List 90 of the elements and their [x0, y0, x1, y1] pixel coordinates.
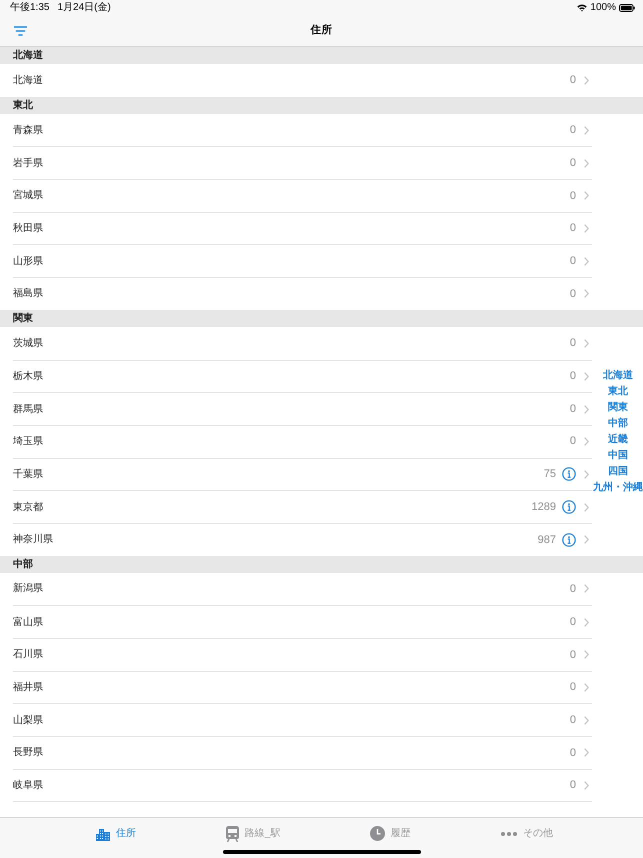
status-date: 1月24日(金)	[57, 2, 111, 12]
section-index-item[interactable]: 東北	[608, 384, 628, 400]
more-icon	[501, 832, 517, 836]
count-label: 0	[570, 402, 576, 417]
chevron-icon	[584, 372, 589, 381]
section-header: 北海道	[0, 47, 643, 64]
prefecture-name[interactable]: 富山県	[13, 614, 43, 630]
prefecture-name[interactable]: 岐阜県	[13, 778, 43, 794]
prefecture-name[interactable]: 北海道	[13, 72, 43, 88]
count-label: 0	[570, 188, 576, 204]
section-index-item[interactable]: 中部	[608, 416, 628, 432]
count-label: 0	[570, 221, 576, 236]
count-label: 0	[570, 336, 576, 351]
count-label: 0	[570, 434, 576, 450]
prefecture-name[interactable]: 群馬県	[13, 402, 43, 417]
section-index-item[interactable]: 四国	[608, 464, 628, 480]
count-label: 0	[570, 712, 576, 728]
chevron-icon	[584, 338, 589, 348]
prefecture-name[interactable]: 埼玉県	[13, 434, 43, 450]
count-label: 0	[570, 614, 576, 630]
chevron-icon	[584, 470, 589, 479]
chevron-icon	[584, 158, 589, 168]
chevron-icon	[584, 502, 589, 512]
chevron-icon	[584, 535, 589, 544]
chevron-icon	[584, 289, 589, 298]
count-label: 0	[570, 122, 576, 138]
chevron-icon	[584, 748, 589, 758]
count-label: 0	[570, 73, 576, 88]
chevron-icon	[584, 781, 589, 790]
battery-icon	[619, 4, 635, 12]
prefecture-name[interactable]: 福島県	[13, 286, 43, 302]
chevron-icon	[584, 76, 589, 85]
chevron-icon	[584, 683, 589, 692]
count-label: 0	[570, 286, 576, 302]
count-label: 0	[570, 254, 576, 270]
section-header: 東北	[0, 96, 643, 114]
count-label: 0	[570, 582, 576, 597]
prefecture-name[interactable]: 神奈川県	[13, 532, 53, 548]
chevron-icon	[584, 224, 589, 234]
prefecture-name[interactable]: 石川県	[13, 647, 43, 662]
prefecture-name[interactable]: 新潟県	[13, 581, 43, 596]
count-label: 987	[538, 532, 556, 548]
chevron-icon	[584, 437, 589, 446]
prefecture-name[interactable]: 長野県	[13, 745, 43, 760]
chevron-icon	[584, 716, 589, 725]
prefecture-name[interactable]: 青森県	[13, 122, 43, 138]
prefecture-name[interactable]: 秋田県	[13, 221, 43, 236]
prefecture-name[interactable]: 千葉県	[13, 466, 43, 482]
chevron-icon	[584, 191, 589, 200]
battery-percent: 100%	[590, 2, 616, 12]
tab-button[interactable]: 住所	[48, 818, 184, 849]
chevron-icon	[584, 650, 589, 660]
chevron-icon	[584, 618, 589, 627]
train-icon	[226, 826, 239, 842]
info-icon[interactable]	[562, 500, 576, 514]
info-icon[interactable]	[562, 532, 576, 547]
chevron-icon	[584, 404, 589, 414]
section-header: 関東	[0, 310, 643, 327]
section-header: 中部	[0, 556, 643, 573]
prefecture-name[interactable]: 東京都	[13, 500, 43, 515]
filter-icon[interactable]	[14, 26, 27, 36]
count-label: 0	[570, 778, 576, 794]
count-label: 75	[544, 467, 556, 482]
prefecture-name[interactable]: 山梨県	[13, 712, 43, 728]
prefecture-name[interactable]: 岩手県	[13, 156, 43, 171]
count-label: 0	[570, 156, 576, 171]
prefecture-name[interactable]: 茨城県	[13, 336, 43, 351]
count-label: 1289	[532, 500, 556, 515]
section-index-item[interactable]: 関東	[608, 400, 628, 416]
chevron-icon	[584, 126, 589, 135]
prefecture-name[interactable]: 栃木県	[13, 368, 43, 384]
status-time: 午後1:35	[10, 2, 50, 12]
section-index-item[interactable]: 近畿	[608, 432, 628, 448]
count-label: 0	[570, 746, 576, 761]
section-index-item[interactable]: 中国	[608, 448, 628, 464]
prefecture-name[interactable]: 宮城県	[13, 188, 43, 204]
chevron-icon	[584, 584, 589, 594]
chevron-icon	[584, 256, 589, 266]
section-index-item[interactable]: 九州・沖縄	[593, 480, 643, 496]
info-icon[interactable]	[562, 467, 576, 482]
prefecture-name[interactable]: 山形県	[13, 254, 43, 269]
count-label: 0	[570, 369, 576, 384]
nav-title: 住所	[310, 22, 332, 38]
prefecture-name[interactable]: 福井県	[13, 680, 43, 696]
count-label: 0	[570, 680, 576, 696]
section-index-item[interactable]: 北海道	[603, 368, 633, 384]
clock-icon	[370, 826, 384, 841]
wifi-icon	[577, 4, 588, 12]
buildings-icon	[96, 826, 110, 840]
count-label: 0	[570, 648, 576, 663]
